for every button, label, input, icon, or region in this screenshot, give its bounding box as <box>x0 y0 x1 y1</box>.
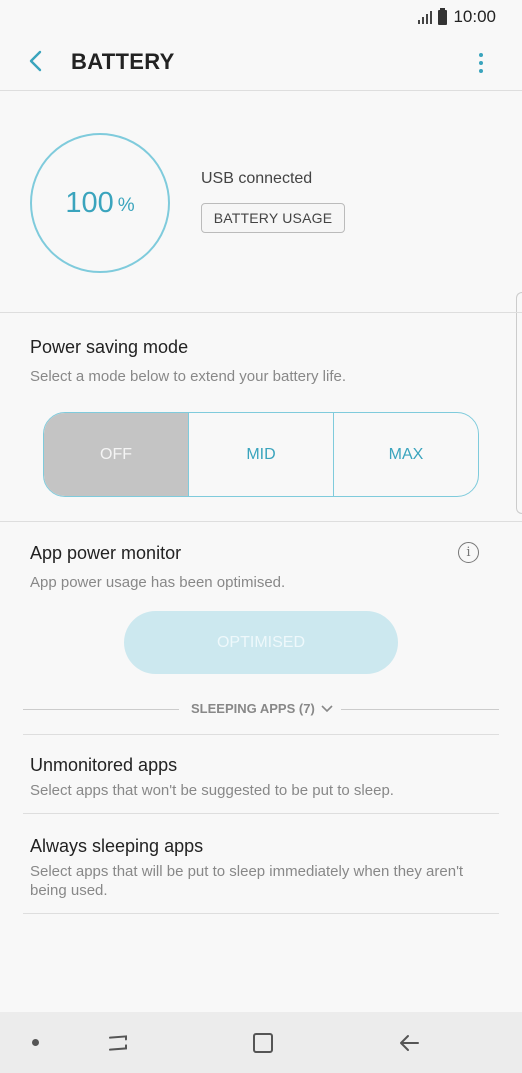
power-mode-selector: OFF MID MAX <box>43 412 479 497</box>
app-power-monitor-subtitle: App power usage has been optimised. <box>30 574 286 591</box>
home-icon <box>253 1033 273 1053</box>
more-vert-icon <box>479 53 483 57</box>
recents-icon <box>109 1035 127 1051</box>
battery-usage-button[interactable]: BATTERY USAGE <box>201 203 345 233</box>
divider <box>23 734 499 735</box>
back-arrow-icon <box>29 50 42 72</box>
info-icon[interactable]: i <box>458 542 479 563</box>
optimised-button[interactable]: OPTIMISED <box>124 611 398 674</box>
sleeping-apps-row: SLEEPING APPS (7) <box>23 698 499 722</box>
battery-percent: 100 <box>65 186 114 219</box>
navigation-bar <box>0 1012 522 1073</box>
home-button[interactable] <box>248 1028 278 1058</box>
back-nav-button[interactable] <box>394 1028 424 1058</box>
divider <box>23 813 499 814</box>
nav-dot-icon[interactable] <box>32 1039 39 1046</box>
divider <box>0 521 522 522</box>
mode-off-button[interactable]: OFF <box>44 413 188 496</box>
battery-level-ring: 100 % <box>30 133 170 273</box>
chevron-down-icon <box>321 704 333 712</box>
page-title: BATTERY <box>71 49 175 74</box>
signal-icon <box>418 10 433 24</box>
back-nav-icon <box>400 1035 419 1051</box>
status-time: 10:00 <box>453 7 496 26</box>
list-item-unmonitored-apps[interactable]: Unmonitored apps Select apps that won't … <box>30 755 500 800</box>
divider <box>0 312 522 313</box>
mode-mid-button[interactable]: MID <box>188 413 333 496</box>
status-icons: 10:00 <box>418 7 496 27</box>
battery-percent-unit: % <box>117 195 135 216</box>
app-power-monitor-title: App power monitor <box>30 543 182 563</box>
more-options-button[interactable] <box>470 48 492 78</box>
sleeping-apps-label: SLEEPING APPS (7) <box>191 701 315 716</box>
power-saving-title: Power saving mode <box>30 337 189 357</box>
sleeping-apps-toggle[interactable]: SLEEPING APPS (7) <box>191 701 333 716</box>
app-bar: BATTERY <box>0 34 522 91</box>
list-item-always-sleeping-apps[interactable]: Always sleeping apps Select apps that wi… <box>30 836 500 900</box>
edge-panel-handle[interactable] <box>516 292 522 514</box>
mode-max-button[interactable]: MAX <box>333 413 478 496</box>
divider <box>0 90 522 91</box>
list-item-title: Always sleeping apps <box>30 836 204 856</box>
back-button[interactable] <box>20 46 50 76</box>
list-item-subtitle: Select apps that won't be suggested to b… <box>30 782 394 799</box>
status-bar: 10:00 <box>0 0 522 34</box>
recents-button[interactable] <box>103 1028 133 1058</box>
power-saving-subtitle: Select a mode below to extend your batte… <box>30 368 347 385</box>
charging-status: USB connected <box>201 170 313 187</box>
list-item-title: Unmonitored apps <box>30 755 178 775</box>
list-item-subtitle: Select apps that will be put to sleep im… <box>30 863 464 899</box>
divider <box>23 913 499 914</box>
battery-status-icon <box>438 7 448 25</box>
